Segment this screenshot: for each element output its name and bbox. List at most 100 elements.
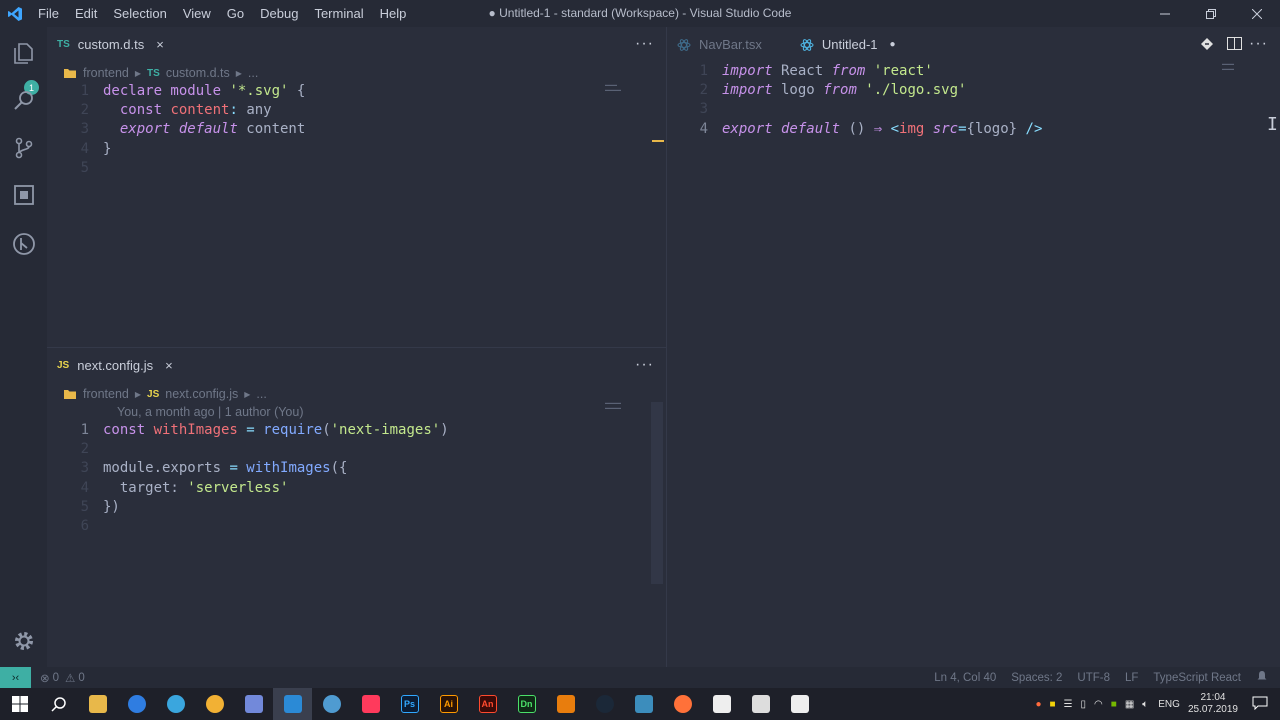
taskbar-app-red-icon[interactable] (351, 688, 390, 720)
tab-navbar-tsx[interactable]: NavBar.tsx (667, 27, 772, 62)
tab-custom-d-ts[interactable]: TS custom.d.ts × (47, 27, 174, 62)
volume-icon[interactable]: 🔈︎ (1142, 699, 1148, 710)
tab-next-config-js[interactable]: JS next.config.js × (47, 348, 183, 383)
gitlens-icon[interactable] (8, 228, 40, 260)
editor-group-divider-horizontal[interactable] (47, 347, 666, 348)
blame-text[interactable]: You, a month ago | 1 author (You) (47, 403, 619, 422)
menu-debug[interactable]: Debug (252, 0, 306, 27)
breadcrumb-ellipsis[interactable]: ... (248, 66, 258, 80)
menu-terminal[interactable]: Terminal (306, 0, 371, 27)
menu-file[interactable]: File (30, 0, 67, 27)
warnings-icon[interactable]: ⚠ (65, 671, 75, 685)
errors-icon[interactable]: ⊗ (40, 671, 50, 685)
action-center-icon[interactable] (1252, 696, 1268, 713)
unsaved-dot-icon[interactable]: ● (890, 39, 896, 50)
code-line[interactable]: 4 target: 'serverless' (47, 479, 449, 498)
code-line[interactable]: 5 (47, 159, 305, 178)
taskbar-vscode-icon[interactable] (273, 688, 312, 720)
code-line[interactable]: 2 import logo from './logo.svg' (667, 81, 1042, 100)
tray-app-icon[interactable]: ● (1035, 699, 1041, 710)
input-language[interactable]: ENG (1158, 699, 1180, 710)
taskbar-explorer-icon[interactable] (78, 688, 117, 720)
menu-edit[interactable]: Edit (67, 0, 105, 27)
encoding[interactable]: UTF-8 (1077, 672, 1110, 684)
taskbar-search-icon[interactable] (39, 688, 78, 720)
code-line[interactable]: 1 const withImages = require('next-images… (47, 421, 449, 440)
taskbar-steam-icon[interactable] (585, 688, 624, 720)
code-line[interactable]: 1 import React from 'react' (667, 62, 1042, 81)
breadcrumb-folder[interactable]: frontend (83, 387, 129, 401)
network-icon[interactable]: ▦ (1125, 699, 1134, 710)
notifications-bell-icon[interactable] (1256, 670, 1268, 685)
close-tab-icon[interactable]: × (165, 358, 173, 373)
code-editor[interactable]: 1 const withImages = require('next-images… (47, 421, 449, 536)
code-line[interactable]: 5}) (47, 498, 449, 517)
more-actions-icon[interactable]: ··· (635, 35, 654, 53)
taskbar-firefox-icon[interactable] (663, 688, 702, 720)
close-window-button[interactable] (1234, 0, 1280, 27)
code-line[interactable]: 6 (47, 517, 449, 536)
taskbar-dimension-icon[interactable]: Dn (507, 688, 546, 720)
menu-help[interactable]: Help (372, 0, 415, 27)
code-line[interactable]: 4 export default () ⇒ < img src = {logo} /> (667, 120, 1043, 139)
minimap[interactable]: ▬▬▬▬ ▬▬▬▬ (605, 400, 621, 410)
language-mode[interactable]: TypeScript React (1153, 672, 1241, 684)
code-editor[interactable]: 1 declare module '*.svg' {2 const content… (47, 82, 306, 178)
split-editor-icon[interactable] (1227, 37, 1242, 56)
more-actions-icon[interactable]: ··· (1249, 35, 1268, 53)
taskbar-telegram-icon[interactable] (156, 688, 195, 720)
windows-start-icon[interactable] (0, 688, 39, 720)
tab-untitled-1[interactable]: Untitled-1 ● (790, 27, 906, 62)
taskbar-discord-icon[interactable] (234, 688, 273, 720)
code-line[interactable]: 3 export default content (47, 120, 306, 139)
taskbar-inkscape-icon[interactable] (702, 688, 741, 720)
taskbar-blender-icon[interactable] (546, 688, 585, 720)
breadcrumb-folder[interactable]: frontend (83, 66, 129, 80)
breadcrumb-file[interactable]: next.config.js (165, 387, 238, 401)
taskbar-bitwarden-icon[interactable] (624, 688, 663, 720)
menu-go[interactable]: Go (219, 0, 252, 27)
code-line[interactable]: 1 declare module '*.svg' { (47, 82, 306, 101)
nvidia-icon[interactable]: ■ (1111, 699, 1117, 710)
extensions-icon[interactable] (8, 179, 40, 211)
taskbar-chrome-canary-icon[interactable] (195, 688, 234, 720)
code-line[interactable]: 3 module.exports = withImages({ (47, 459, 449, 478)
errors-count[interactable]: 0 (53, 672, 59, 684)
explorer-icon[interactable] (8, 37, 40, 69)
tray-app-icon[interactable]: ■ (1050, 699, 1056, 710)
taskbar-github-icon[interactable] (780, 688, 819, 720)
minimap[interactable]: ▬▬▬ ▬▬▬ (1222, 61, 1234, 71)
code-line[interactable]: 2 (47, 440, 449, 459)
search-icon[interactable] (8, 84, 40, 116)
code-line[interactable]: 4} (47, 140, 305, 159)
taskbar-photos-icon[interactable] (741, 688, 780, 720)
remote-icon[interactable]: ›‹ (0, 667, 31, 688)
restore-button[interactable] (1188, 0, 1234, 27)
menu-view[interactable]: View (175, 0, 219, 27)
code-line[interactable]: 3 (667, 100, 1042, 119)
battery-icon[interactable]: ▯ (1081, 699, 1087, 710)
minimize-button[interactable] (1142, 0, 1188, 27)
breadcrumb-ellipsis[interactable]: ... (256, 387, 266, 401)
code-editor[interactable]: 1 import React from 'react' 2 import logo f… (667, 62, 1043, 139)
menu-selection[interactable]: Selection (105, 0, 174, 27)
cursor-position[interactable]: Ln 4, Col 40 (934, 672, 996, 684)
wifi-icon[interactable]: ◠ (1094, 699, 1103, 710)
tray-app-icon[interactable]: ☰ (1064, 699, 1073, 710)
taskbar-animate-icon[interactable]: An (468, 688, 507, 720)
taskbar-photoshop-icon[interactable]: Ps (390, 688, 429, 720)
scrollbar[interactable] (651, 402, 663, 584)
open-changes-icon[interactable] (1200, 37, 1214, 56)
source-control-icon[interactable] (8, 132, 40, 164)
end-of-line[interactable]: LF (1125, 672, 1138, 684)
more-actions-icon[interactable]: ··· (635, 356, 654, 374)
breadcrumb-file[interactable]: custom.d.ts (166, 66, 230, 80)
vscode-logo-icon[interactable] (0, 0, 30, 27)
close-tab-icon[interactable]: × (156, 37, 164, 52)
taskbar-firefox-dev-icon[interactable] (117, 688, 156, 720)
taskbar-browser-icon[interactable] (312, 688, 351, 720)
code-line[interactable]: 2 const content: any (47, 101, 305, 120)
taskbar-illustrator-icon[interactable]: Ai (429, 688, 468, 720)
settings-gear-icon[interactable] (8, 625, 40, 657)
minimap[interactable]: ▬▬▬ ▬▬▬▬ (605, 82, 621, 92)
